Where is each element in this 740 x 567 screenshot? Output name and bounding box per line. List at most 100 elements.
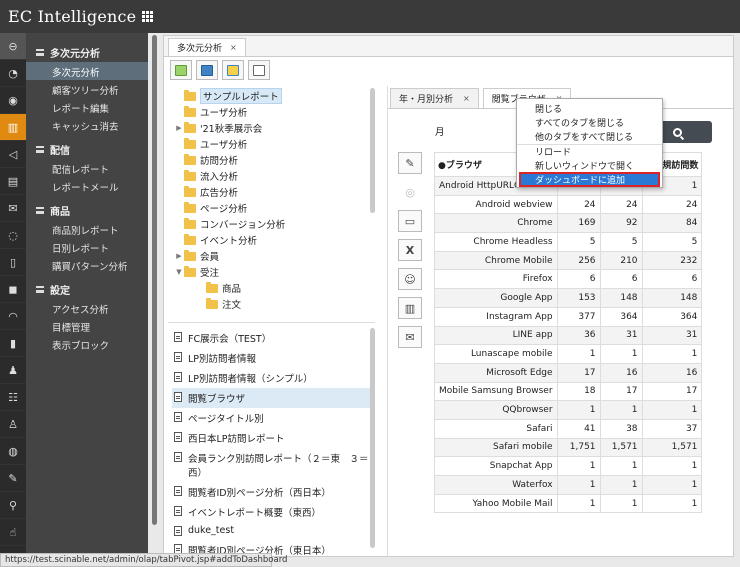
tree-scrollbar[interactable] <box>370 88 375 213</box>
bell-nav-button[interactable]: ◠ <box>0 303 26 330</box>
report-list-item[interactable]: FC展示会（TEST） <box>172 328 372 348</box>
report-list-item[interactable]: ページタイトル別 <box>172 408 372 428</box>
nav-section-header[interactable]: 多次元分析 <box>26 43 148 62</box>
edit-tool-button[interactable]: ✎ <box>398 152 422 174</box>
tree-folder-item[interactable]: ユーザ分析 <box>174 136 364 152</box>
filter-icon: ◎ <box>405 185 415 199</box>
table-cell: Snapchat App <box>434 456 558 476</box>
context-menu-item[interactable]: すべてのタブを閉じる <box>517 115 662 129</box>
table-cell: 17 <box>556 362 601 383</box>
tree-item-label: 広告分析 <box>200 188 239 199</box>
nav-item[interactable]: 日別レポート <box>26 238 148 256</box>
report-tab[interactable]: 年・月別分析 × <box>390 88 479 108</box>
mobile-nav-button[interactable]: ▯ <box>0 249 26 276</box>
nav-item[interactable]: 購買パターン分析 <box>26 256 148 274</box>
save-button[interactable] <box>196 60 218 80</box>
report-list-scrollbar[interactable] <box>370 328 375 548</box>
tree-folder-item[interactable]: 流入分析 <box>174 168 364 184</box>
report-list-item[interactable]: duke_test <box>172 522 372 540</box>
users-tool-button[interactable]: ☺ <box>398 268 422 290</box>
nav-section-header[interactable]: 設定 <box>26 280 148 299</box>
main-scrollbar[interactable] <box>152 35 157 525</box>
mail-nav-button[interactable]: ✉ <box>0 195 26 222</box>
report-list-item[interactable]: 閲覧者ID別ページ分析（西日本） <box>172 482 372 502</box>
tree-folder-item[interactable]: ページ分析 <box>174 200 364 216</box>
megaphone-nav-button[interactable]: ◁ <box>0 141 26 168</box>
report-list-item[interactable]: LP別訪問者情報 <box>172 348 372 368</box>
sitemap-nav-button[interactable]: ☷ <box>0 384 26 411</box>
new-report-button[interactable] <box>170 60 192 80</box>
filter-tool-button[interactable]: ◎ <box>398 181 422 203</box>
file-nav-button[interactable]: ▮ <box>0 330 26 357</box>
report-list-item[interactable]: 会員ランク別訪問レポート（２＝東 ３＝西） <box>172 448 372 482</box>
tree-folder-item[interactable]: ▼ 受注 <box>174 264 364 280</box>
context-menu-item[interactable]: リロード <box>517 144 662 158</box>
context-menu-item[interactable]: 新しいウィンドウで開く <box>517 158 662 172</box>
nav-item[interactable]: 顧客ツリー分析 <box>26 80 148 98</box>
nav-item[interactable]: アクセス分析 <box>26 299 148 317</box>
tree-toggle-icon[interactable]: ▶ <box>174 252 184 260</box>
nav-item[interactable]: 目標管理 <box>26 317 148 335</box>
context-menu-item[interactable]: 他のタブをすべて閉じる <box>517 129 662 143</box>
nav-section-header[interactable]: 配信 <box>26 140 148 159</box>
table-row: Chrome Mobile 256 210 232 <box>434 250 703 271</box>
table-cell: 24 <box>599 194 643 215</box>
tree-folder-item[interactable]: ユーザ分析 <box>174 104 364 120</box>
target-nav-button[interactable]: ◉ <box>0 87 26 114</box>
report-list-item[interactable]: 閲覧ブラウザ <box>172 388 372 408</box>
tree-folder-item[interactable]: 注文 <box>174 296 364 312</box>
layout-button[interactable] <box>248 60 270 80</box>
close-icon[interactable]: × <box>463 94 470 103</box>
tree-folder-item[interactable]: 商品 <box>174 280 364 296</box>
nav-item[interactable]: 表示ブロック <box>26 335 148 353</box>
nav-item[interactable]: 配信レポート <box>26 159 148 177</box>
excel-export-button[interactable]: X <box>398 239 422 261</box>
tree-folder-item[interactable]: ▶ '21秋季展示会 <box>174 120 364 136</box>
edit-report-button[interactable] <box>222 60 244 80</box>
dashboard-nav-button[interactable]: ◔ <box>0 60 26 87</box>
chat-nav-button[interactable]: ◌ <box>0 222 26 249</box>
table-cell: 377 <box>556 306 601 327</box>
chart-tool-button[interactable]: ▥ <box>398 297 422 319</box>
report-list-item[interactable]: イベントレポート概要（東西） <box>172 502 372 522</box>
search-nav-button[interactable]: ⚲ <box>0 492 26 519</box>
line-nav-button[interactable]: ◼ <box>0 276 26 303</box>
table-cell: 1,571 <box>599 437 643 458</box>
tree-folder-item[interactable]: コンバージョン分析 <box>174 216 364 232</box>
nav-item[interactable]: 多次元分析 <box>26 62 148 80</box>
people-nav-button[interactable]: ♟ <box>0 357 26 384</box>
tree-folder-item[interactable]: 会員 <box>174 312 364 313</box>
app-grid-icon[interactable] <box>142 11 154 22</box>
tree-item-label: 流入分析 <box>200 172 239 183</box>
tree-toggle-icon[interactable]: ▼ <box>174 268 184 276</box>
nav-item[interactable]: レポートメール <box>26 177 148 195</box>
nav-item[interactable]: レポート編集 <box>26 98 148 116</box>
tree-folder-item[interactable]: 訪問分析 <box>174 152 364 168</box>
mail-tool-button[interactable]: ✉ <box>398 326 422 348</box>
add-to-dashboard-menu-item[interactable]: ダッシュボードに追加 <box>519 172 660 187</box>
user-nav-button[interactable]: ♙ <box>0 411 26 438</box>
speech-nav-button[interactable]: ◍ <box>0 438 26 465</box>
tree-toggle-icon[interactable]: ▶ <box>174 124 184 132</box>
tree-folder-item[interactable]: サンプルレポート <box>174 88 364 104</box>
nav-item[interactable]: 商品別レポート <box>26 220 148 238</box>
person-card-nav-button[interactable]: ▤ <box>0 168 26 195</box>
close-icon[interactable]: × <box>230 43 237 52</box>
megaphone-icon: ◁ <box>8 147 18 161</box>
context-menu-item[interactable]: 閉じる <box>517 101 662 115</box>
nav-item[interactable]: キャッシュ消去 <box>26 116 148 134</box>
tree-folder-item[interactable]: ▶ 会員 <box>174 248 364 264</box>
report-list-item[interactable]: LP別訪問者情報（シンプル） <box>172 368 372 388</box>
tree-item-label: 受注 <box>200 268 220 279</box>
back-nav-button[interactable]: ⊖ <box>0 33 26 60</box>
tree-folder-item[interactable]: 広告分析 <box>174 184 364 200</box>
report-list-item[interactable]: 西日本LP訪問レポート <box>172 428 372 448</box>
nav-section-header[interactable]: 商品 <box>26 201 148 220</box>
chart-nav-button[interactable]: ▥ <box>0 114 26 141</box>
tree-folder-item[interactable]: イベント分析 <box>174 232 364 248</box>
thumb-nav-button[interactable]: ☝ <box>0 519 26 546</box>
edit-nav-button[interactable]: ✎ <box>0 465 26 492</box>
tab-multidim-analysis[interactable]: 多次元分析 × <box>168 38 246 56</box>
comment-tool-button[interactable]: ▭ <box>398 210 422 232</box>
brand-logo[interactable]: EC Intelligence <box>8 7 136 26</box>
